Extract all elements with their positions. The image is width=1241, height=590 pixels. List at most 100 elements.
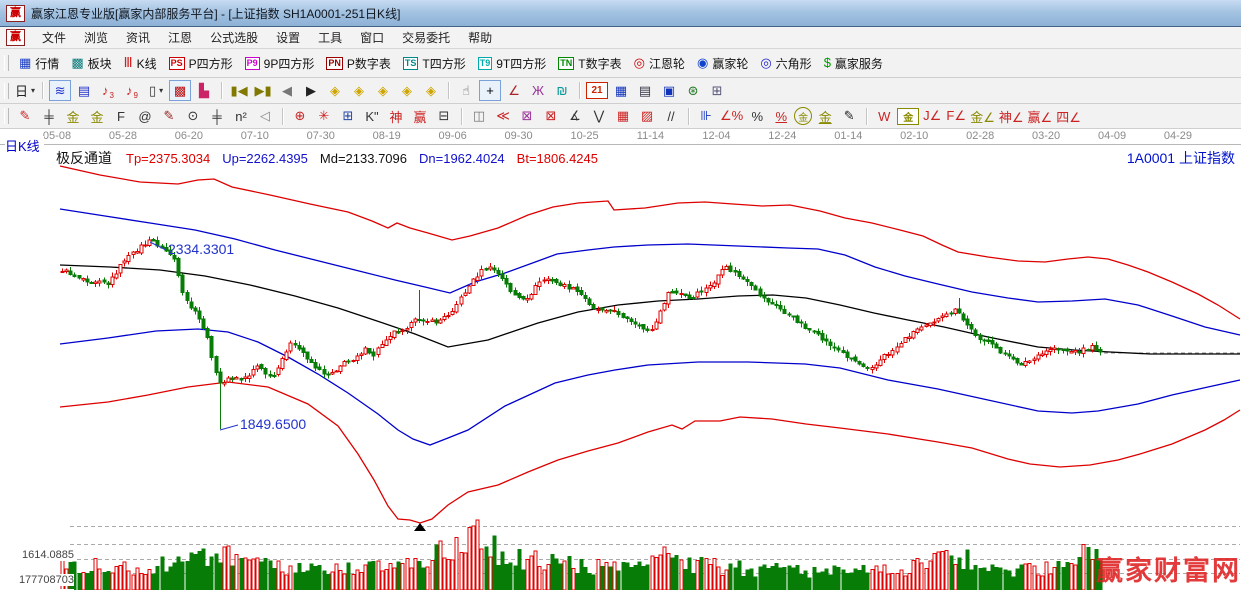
t9-square-button[interactable]: T99T四方形: [472, 53, 553, 74]
fan-lines-icon[interactable]: ≪: [492, 106, 514, 127]
candle-style-selector[interactable]: ▯▾: [145, 80, 167, 101]
winner-wheel-button-icon: ◉: [697, 56, 708, 70]
period-day-selector[interactable]: 日▾: [14, 80, 36, 101]
menu-item-3[interactable]: 江恩: [159, 27, 201, 48]
winner-service-button[interactable]: $赢家服务: [818, 53, 889, 74]
menu-item-0[interactable]: 文件: [33, 27, 75, 48]
app-menu-icon[interactable]: 赢: [6, 29, 25, 46]
diag-box-icon[interactable]: ⊠: [540, 106, 562, 127]
hand-tool-icon[interactable]: ☝: [455, 80, 477, 101]
symbol-label: 1A0001 上证指数: [1127, 148, 1235, 168]
step3-icon[interactable]: ♪3: [97, 80, 119, 101]
spiral-icon[interactable]: @: [134, 106, 156, 127]
shen-angle-icon[interactable]: 神∠: [998, 106, 1025, 127]
candlestick-series: [61, 236, 1102, 429]
t-number-button[interactable]: TNT数字表: [552, 53, 627, 74]
target-circle-icon[interactable]: ⊕: [289, 106, 311, 127]
menu-item-8[interactable]: 交易委托: [393, 27, 459, 48]
indicator-name: 极反通道: [56, 148, 112, 168]
menu-item-6[interactable]: 工具: [309, 27, 351, 48]
diamond-left-icon[interactable]: ◈: [324, 80, 346, 101]
cycle-circle-icon[interactable]: ⊙: [182, 106, 204, 127]
w-wave-icon[interactable]: W: [873, 106, 895, 127]
t-square-button[interactable]: TST四方形: [397, 53, 472, 74]
web-grid-icon[interactable]: ⊞: [337, 106, 359, 127]
gold-circle-icon[interactable]: 金: [794, 107, 812, 125]
menu-item-1[interactable]: 浏览: [75, 27, 117, 48]
web-sync-icon[interactable]: ⊛: [682, 80, 704, 101]
prev-bar-icon[interactable]: ◀: [276, 80, 298, 101]
gann-shape-icon[interactable]: Ж: [527, 80, 549, 101]
flag-brush-icon[interactable]: ✎: [838, 106, 860, 127]
diamond-right-icon[interactable]: ◈: [348, 80, 370, 101]
gold-comb1-icon[interactable]: 金: [62, 106, 84, 127]
j-angle-icon[interactable]: J∠: [921, 106, 943, 127]
diamond-compress-icon[interactable]: ◈: [396, 80, 418, 101]
box-measure-icon[interactable]: ◫: [468, 106, 490, 127]
gold-comb2-icon[interactable]: 金: [86, 106, 108, 127]
fan-box-icon[interactable]: ⊠: [516, 106, 538, 127]
star-burst-icon[interactable]: ✳: [313, 106, 335, 127]
brush-grid-icon[interactable]: ✎: [158, 106, 180, 127]
gold-box-icon[interactable]: 金: [897, 108, 919, 125]
calendar-icon[interactable]: 21: [586, 82, 608, 99]
chart-canvas[interactable]: 2334.33011849.6500: [0, 145, 1241, 590]
red-grid-arrow-icon[interactable]: ▨: [636, 106, 658, 127]
zigzag-pattern-icon[interactable]: ≋: [49, 80, 71, 101]
calculator-icon[interactable]: ▦: [610, 80, 632, 101]
p9-square-button[interactable]: P99P四方形: [239, 53, 321, 74]
gold-line-icon[interactable]: 金: [814, 106, 836, 127]
grid-123-icon[interactable]: ⊟: [433, 106, 455, 127]
t9-square-button-label: 9T四方形: [496, 55, 546, 72]
fractal-icon[interactable]: ₪: [551, 80, 573, 101]
p-square-button[interactable]: PSP四方形: [163, 53, 239, 74]
shen-grid-icon[interactable]: 神: [385, 106, 407, 127]
menu-item-2[interactable]: 资讯: [117, 27, 159, 48]
hexagon-button[interactable]: ◎六角形: [754, 53, 817, 74]
red-pattern-icon[interactable]: ▩: [169, 80, 191, 101]
winner-wheel-button[interactable]: ◉赢家轮: [691, 53, 754, 74]
ying-grid-icon[interactable]: 赢: [409, 106, 431, 127]
angle-fan-icon[interactable]: ◁: [254, 106, 276, 127]
menu-item-7[interactable]: 窗口: [351, 27, 393, 48]
trend-arrow-icon[interactable]: ∡: [564, 106, 586, 127]
blue-bars-icon[interactable]: ⊪: [695, 106, 717, 127]
percent-icon[interactable]: %: [746, 106, 768, 127]
menu-item-5[interactable]: 设置: [267, 27, 309, 48]
si-angle-icon[interactable]: 四∠: [1055, 106, 1082, 127]
f-comb-icon[interactable]: F: [110, 106, 132, 127]
ying-angle-icon[interactable]: 赢∠: [1027, 106, 1054, 127]
diamond-expand-icon[interactable]: ◈: [420, 80, 442, 101]
kline-button[interactable]: ⅢK线: [118, 53, 163, 74]
f-angle-icon[interactable]: F∠: [945, 106, 967, 127]
workstation-icon[interactable]: ⊞: [706, 80, 728, 101]
percent-line-icon[interactable]: %: [770, 106, 792, 127]
quotes-button[interactable]: ▦行情: [13, 53, 65, 74]
parallel-icon[interactable]: //: [660, 106, 682, 127]
brush-tool-icon[interactable]: ✎: [14, 106, 36, 127]
k-quote-icon[interactable]: K": [361, 106, 383, 127]
detail-list-icon[interactable]: ▤: [73, 80, 95, 101]
step9-icon[interactable]: ♪9: [121, 80, 143, 101]
comb-tool-icon[interactable]: ╪: [38, 106, 60, 127]
save-icon[interactable]: ▣: [658, 80, 680, 101]
menu-item-9[interactable]: 帮助: [459, 27, 501, 48]
comb2-icon[interactable]: ╪: [206, 106, 228, 127]
diamond-hspan-icon[interactable]: ◈: [372, 80, 394, 101]
p-number-button[interactable]: PNP数字表: [320, 53, 397, 74]
n-square-icon[interactable]: n²: [230, 106, 252, 127]
go-last-icon[interactable]: ▶▮: [252, 80, 274, 101]
go-first-icon[interactable]: ▮◀: [228, 80, 250, 101]
angle-measure-icon[interactable]: ∠: [503, 80, 525, 101]
report-icon[interactable]: ▤: [634, 80, 656, 101]
percent-slope-icon[interactable]: ∠%: [719, 106, 744, 127]
crosshair-tool-icon[interactable]: +: [479, 80, 501, 101]
histogram-icon[interactable]: ▙: [193, 80, 215, 101]
next-bar-icon[interactable]: ▶: [300, 80, 322, 101]
gann-wheel-button[interactable]: ◎江恩轮: [628, 53, 691, 74]
gold-angle-icon[interactable]: 金∠: [969, 106, 996, 127]
red-grid-icon[interactable]: ▦: [612, 106, 634, 127]
menu-item-4[interactable]: 公式选股: [201, 27, 267, 48]
v-wave-icon[interactable]: ⋁: [588, 106, 610, 127]
sectors-button[interactable]: ▩板块: [65, 53, 117, 74]
